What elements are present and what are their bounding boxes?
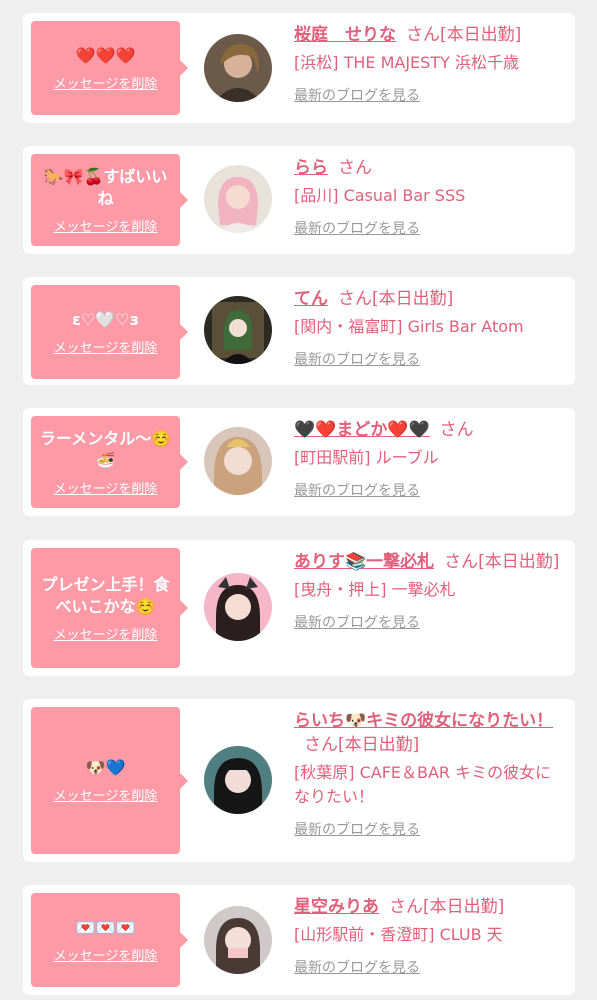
honorific-status: さん[本日出勤] <box>304 735 420 755</box>
cast-name-link[interactable]: らいち🐶キミの彼女になりたい！ <box>294 711 553 731</box>
message-bubble: ラーメンタル〜☺️🍜 メッセージを削除 <box>31 416 188 508</box>
latest-blog-link[interactable]: 最新のブログを見る <box>294 819 420 839</box>
cast-name-link[interactable]: 🖤❤️まどか❤️🖤 <box>294 420 430 440</box>
message-bubble: 🐶💙 メッセージを削除 <box>31 707 188 854</box>
message-card: 🐶💙 メッセージを削除 らいち🐶キミの彼女になりたい！ さん[本日出勤] [秋葉原… <box>23 699 575 862</box>
latest-blog-link[interactable]: 最新のブログを見る <box>294 218 420 238</box>
message-text: ε♡🤍♡з <box>72 309 139 329</box>
shop-info: [曳舟・押上] 一撃必札 <box>294 580 456 599</box>
honorific-status: さん[本日出勤] <box>444 552 560 572</box>
delete-message-link[interactable]: メッセージを削除 <box>54 73 158 92</box>
message-card: 💌💌💌 メッセージを削除 星空みりあ さん[本日出勤] [山形駅前・香澄町] CL… <box>23 885 575 995</box>
cast-info: 桜庭 せりな さん[本日出勤] [浜松] THE MAJESTY 浜松千歳 最新の… <box>294 23 564 105</box>
cast-info: 星空みりあ さん[本日出勤] [山形駅前・香澄町] CLUB 天 最新のブログを見… <box>294 895 564 977</box>
latest-blog-link[interactable]: 最新のブログを見る <box>294 957 420 977</box>
message-text: 💌💌💌 <box>75 917 136 937</box>
message-card: ε♡🤍♡з メッセージを削除 てん さん[本日出勤] [関内・福富町] Girls… <box>23 277 575 385</box>
cast-info: らいち🐶キミの彼女になりたい！ さん[本日出勤] [秋葉原] CAFE＆BAR キ… <box>294 709 564 839</box>
shop-info: [浜松] THE MAJESTY 浜松千歳 <box>294 53 519 72</box>
message-card: ラーメンタル〜☺️🍜 メッセージを削除 🖤❤️まどか❤️🖤 さん [町田駅前] ル… <box>23 408 575 516</box>
name-line: 星空みりあ さん[本日出勤] <box>294 895 564 919</box>
delete-message-link[interactable]: メッセージを削除 <box>54 478 158 497</box>
message-text: ❤️❤️❤️ <box>75 45 136 65</box>
message-card: ❤️❤️❤️ メッセージを削除 桜庭 せりな さん[本日出勤] [浜松] THE … <box>23 13 575 123</box>
cast-name-link[interactable]: 星空みりあ <box>294 897 379 917</box>
cast-info: ありす📚一撃必札 さん[本日出勤] [曳舟・押上] 一撃必札 最新のブログを見る <box>294 550 564 632</box>
message-bubble: 🐎🎀🍒すばいいね メッセージを削除 <box>31 154 188 246</box>
shop-info: [秋葉原] CAFE＆BAR キミの彼女になりたい！ <box>294 763 552 806</box>
latest-blog-link[interactable]: 最新のブログを見る <box>294 612 420 632</box>
message-text: 🐶💙 <box>85 758 126 777</box>
shop-info: [関内・福富町] Girls Bar Atom <box>294 317 524 336</box>
message-card: 🐎🎀🍒すばいいね メッセージを削除 らら さん [品川] Casual Bar S… <box>23 146 575 254</box>
avatar[interactable] <box>204 427 272 495</box>
name-line: 🖤❤️まどか❤️🖤 さん <box>294 418 564 442</box>
avatar[interactable] <box>204 573 272 641</box>
honorific-status: さん[本日出勤] <box>338 289 454 309</box>
message-text: プレゼン上手！食べいこかな☺️ <box>41 574 170 616</box>
cast-name-link[interactable]: らら <box>294 158 328 178</box>
message-bubble: プレゼン上手！食べいこかな☺️ メッセージを削除 <box>31 548 188 668</box>
message-text: ラーメンタル〜☺️🍜 <box>39 428 172 470</box>
avatar[interactable] <box>204 296 272 364</box>
delete-message-link[interactable]: メッセージを削除 <box>54 945 158 964</box>
message-bubble: ❤️❤️❤️ メッセージを削除 <box>31 21 188 115</box>
latest-blog-link[interactable]: 最新のブログを見る <box>294 480 420 500</box>
name-line: ありす📚一撃必札 さん[本日出勤] <box>294 550 564 574</box>
honorific-status: さん[本日出勤] <box>389 897 505 917</box>
message-bubble: 💌💌💌 メッセージを削除 <box>31 893 188 987</box>
shop-info: [山形駅前・香澄町] CLUB 天 <box>294 925 503 944</box>
avatar[interactable] <box>204 746 272 814</box>
avatar[interactable] <box>204 34 272 102</box>
delete-message-link[interactable]: メッセージを削除 <box>54 624 158 643</box>
message-list: ❤️❤️❤️ メッセージを削除 桜庭 せりな さん[本日出勤] [浜松] THE … <box>0 0 597 1000</box>
delete-message-link[interactable]: メッセージを削除 <box>54 216 158 235</box>
name-line: らいち🐶キミの彼女になりたい！ さん[本日出勤] <box>294 709 564 757</box>
cast-name-link[interactable]: 桜庭 せりな <box>294 25 396 45</box>
name-line: てん さん[本日出勤] <box>294 287 564 311</box>
shop-info: [品川] Casual Bar SSS <box>294 186 466 205</box>
delete-message-link[interactable]: メッセージを削除 <box>54 785 158 804</box>
shop-info: [町田駅前] ルーブル <box>294 448 439 467</box>
message-text: 🐎🎀🍒すばいいね <box>43 166 168 208</box>
latest-blog-link[interactable]: 最新のブログを見る <box>294 349 420 369</box>
cast-name-link[interactable]: ありす📚一撃必札 <box>294 552 434 572</box>
name-line: らら さん <box>294 156 564 180</box>
cast-name-link[interactable]: てん <box>294 289 328 309</box>
avatar[interactable] <box>204 906 272 974</box>
name-line: 桜庭 せりな さん[本日出勤] <box>294 23 564 47</box>
message-card: プレゼン上手！食べいこかな☺️ メッセージを削除 ありす📚一撃必札 さん[本日出勤… <box>23 540 575 676</box>
avatar[interactable] <box>204 165 272 233</box>
cast-info: らら さん [品川] Casual Bar SSS 最新のブログを見る <box>294 156 564 238</box>
latest-blog-link[interactable]: 最新のブログを見る <box>294 85 420 105</box>
honorific-status: さん <box>338 158 372 178</box>
cast-info: 🖤❤️まどか❤️🖤 さん [町田駅前] ルーブル 最新のブログを見る <box>294 418 564 500</box>
message-bubble: ε♡🤍♡з メッセージを削除 <box>31 285 188 379</box>
cast-info: てん さん[本日出勤] [関内・福富町] Girls Bar Atom 最新のブロ… <box>294 287 564 369</box>
honorific-status: さん[本日出勤] <box>406 25 522 45</box>
delete-message-link[interactable]: メッセージを削除 <box>54 337 158 356</box>
honorific-status: さん <box>439 420 474 440</box>
